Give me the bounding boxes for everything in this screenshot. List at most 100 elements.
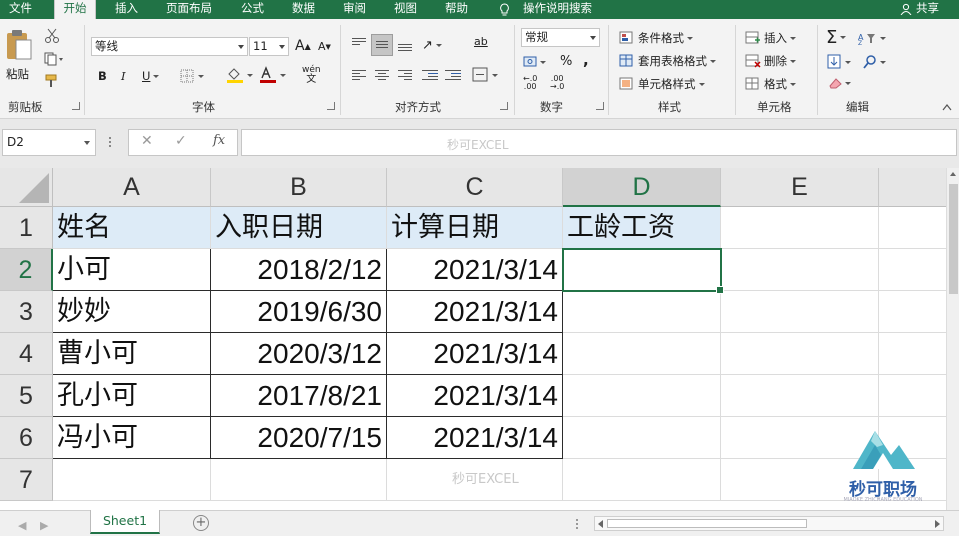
decrease-decimal-button[interactable]: .00 →.0 (550, 75, 564, 91)
cell-e1[interactable] (721, 207, 879, 249)
sheet-tab-sheet1[interactable]: Sheet1 (90, 510, 160, 534)
row-header-1[interactable]: 1 (0, 207, 53, 249)
formula-bar-splitter-icon[interactable] (109, 137, 112, 149)
vertical-scroll-thumb[interactable] (949, 184, 958, 294)
menu-review[interactable]: 审阅 (343, 0, 366, 19)
menu-insert[interactable]: 插入 (115, 0, 138, 19)
row-header-2[interactable]: 2 (0, 249, 53, 291)
cell-c5[interactable]: 2021/3/14 (387, 375, 563, 417)
cell-e4[interactable] (721, 333, 879, 375)
cell-d4[interactable] (563, 333, 721, 375)
row-header-6[interactable]: 6 (0, 417, 53, 459)
column-header-a[interactable]: A (53, 168, 211, 207)
scroll-right-icon[interactable] (935, 520, 940, 528)
font-color-icon[interactable] (258, 66, 288, 84)
italic-button[interactable]: I (121, 69, 126, 83)
align-left-icon[interactable] (352, 70, 366, 82)
cell-b4[interactable]: 2020/3/12 (211, 333, 387, 375)
wrap-text-button[interactable]: ab (474, 35, 488, 48)
borders-icon[interactable] (180, 69, 206, 83)
font-size-select[interactable]: 11 (249, 37, 289, 56)
row-header-5[interactable]: 5 (0, 375, 53, 417)
sort-filter-icon[interactable]: AZ (858, 31, 888, 45)
cell-c4[interactable]: 2021/3/14 (387, 333, 563, 375)
column-header-b[interactable]: B (211, 168, 387, 207)
cell-c2[interactable]: 2021/3/14 (387, 249, 563, 291)
format-painter-icon[interactable] (44, 74, 60, 88)
bold-button[interactable]: B (98, 69, 107, 83)
menu-data[interactable]: 数据 (292, 0, 315, 19)
cell-e2[interactable] (721, 249, 879, 291)
cell-f3[interactable] (879, 291, 946, 333)
cell-b7[interactable] (211, 459, 387, 501)
next-sheet-icon[interactable]: ▶ (40, 519, 48, 532)
cell-d1[interactable]: 工龄工资 (563, 207, 721, 249)
conditional-format-button[interactable]: 条件格式 (619, 30, 693, 46)
scroll-up-icon[interactable] (950, 172, 956, 176)
shrink-font-button[interactable]: A ▼ (318, 40, 331, 53)
find-select-icon[interactable] (862, 54, 888, 70)
delete-cells-button[interactable]: 删除 (745, 53, 796, 69)
cell-a6[interactable]: 冯小可 (53, 417, 211, 459)
cell-d3[interactable] (563, 291, 721, 333)
insert-function-icon[interactable]: fx (213, 133, 225, 148)
cell-b3[interactable]: 2019/6/30 (211, 291, 387, 333)
number-format-select[interactable]: 常规 (521, 28, 600, 47)
cell-d6[interactable] (563, 417, 721, 459)
row-header-3[interactable]: 3 (0, 291, 53, 333)
paste-button[interactable]: 粘贴 (4, 29, 38, 87)
align-right-icon[interactable] (398, 70, 412, 82)
cell-a2[interactable]: 小可 (53, 249, 211, 291)
cell-c6[interactable]: 2021/3/14 (387, 417, 563, 459)
fill-icon[interactable] (827, 54, 853, 70)
align-middle-button[interactable] (371, 34, 393, 56)
horizontal-scroll-thumb[interactable] (607, 519, 807, 528)
align-center-icon[interactable] (375, 70, 389, 82)
menu-home[interactable]: 开始 (54, 0, 96, 19)
alignment-launcher-icon[interactable] (500, 102, 508, 110)
vertical-scrollbar[interactable] (946, 168, 959, 510)
copy-icon[interactable] (44, 52, 64, 66)
decrease-indent-icon[interactable] (422, 70, 438, 82)
horizontal-scrollbar[interactable] (594, 516, 944, 531)
prev-sheet-icon[interactable]: ◀ (18, 519, 26, 532)
column-header-c[interactable]: C (387, 168, 563, 207)
column-header-d[interactable]: D (563, 168, 721, 207)
cell-f1[interactable] (879, 207, 946, 249)
font-launcher-icon[interactable] (327, 102, 335, 110)
format-cells-button[interactable]: 格式 (745, 76, 796, 92)
cell-e5[interactable] (721, 375, 879, 417)
cell-c3[interactable]: 2021/3/14 (387, 291, 563, 333)
clear-icon[interactable] (827, 76, 853, 90)
tab-splitter-icon[interactable] (576, 519, 578, 531)
cell-f2[interactable] (879, 249, 946, 291)
menu-view[interactable]: 视图 (394, 0, 417, 19)
active-cell-selection[interactable] (562, 248, 724, 294)
cut-icon[interactable] (44, 28, 60, 44)
cancel-icon[interactable]: ✕ (141, 133, 153, 149)
menu-help[interactable]: 帮助 (445, 0, 468, 19)
add-sheet-button[interactable]: + (193, 515, 209, 531)
cell-b5[interactable]: 2017/8/21 (211, 375, 387, 417)
cell-e3[interactable] (721, 291, 879, 333)
number-launcher-icon[interactable] (596, 102, 604, 110)
worksheet-grid[interactable]: A B C D E 1 2 3 4 5 6 7 姓名 入职日期 计算日期 工龄工… (0, 168, 946, 510)
menu-formulas[interactable]: 公式 (241, 0, 264, 19)
cell-styles-button[interactable]: 单元格样式 (619, 76, 705, 92)
cell-a5[interactable]: 孔小可 (53, 375, 211, 417)
row-header-7[interactable]: 7 (0, 459, 53, 501)
grow-font-button[interactable]: A ▲ (295, 38, 311, 54)
insert-cells-button[interactable]: 插入 (745, 30, 796, 46)
menu-file[interactable]: 文件 (9, 0, 32, 19)
underline-button[interactable]: U (142, 69, 160, 83)
column-header-f[interactable] (879, 168, 946, 207)
share-button[interactable]: 共享 (916, 0, 939, 19)
fill-color-icon[interactable] (225, 66, 255, 84)
phonetic-button[interactable]: wén 文 (302, 66, 321, 85)
tell-me-search[interactable]: 操作说明搜索 (523, 0, 592, 19)
enter-icon[interactable]: ✓ (175, 133, 187, 149)
format-as-table-button[interactable]: 套用表格格式 (619, 53, 716, 69)
cell-d7[interactable] (563, 459, 721, 501)
merge-center-icon[interactable] (472, 67, 500, 83)
select-all-button[interactable] (0, 168, 53, 207)
